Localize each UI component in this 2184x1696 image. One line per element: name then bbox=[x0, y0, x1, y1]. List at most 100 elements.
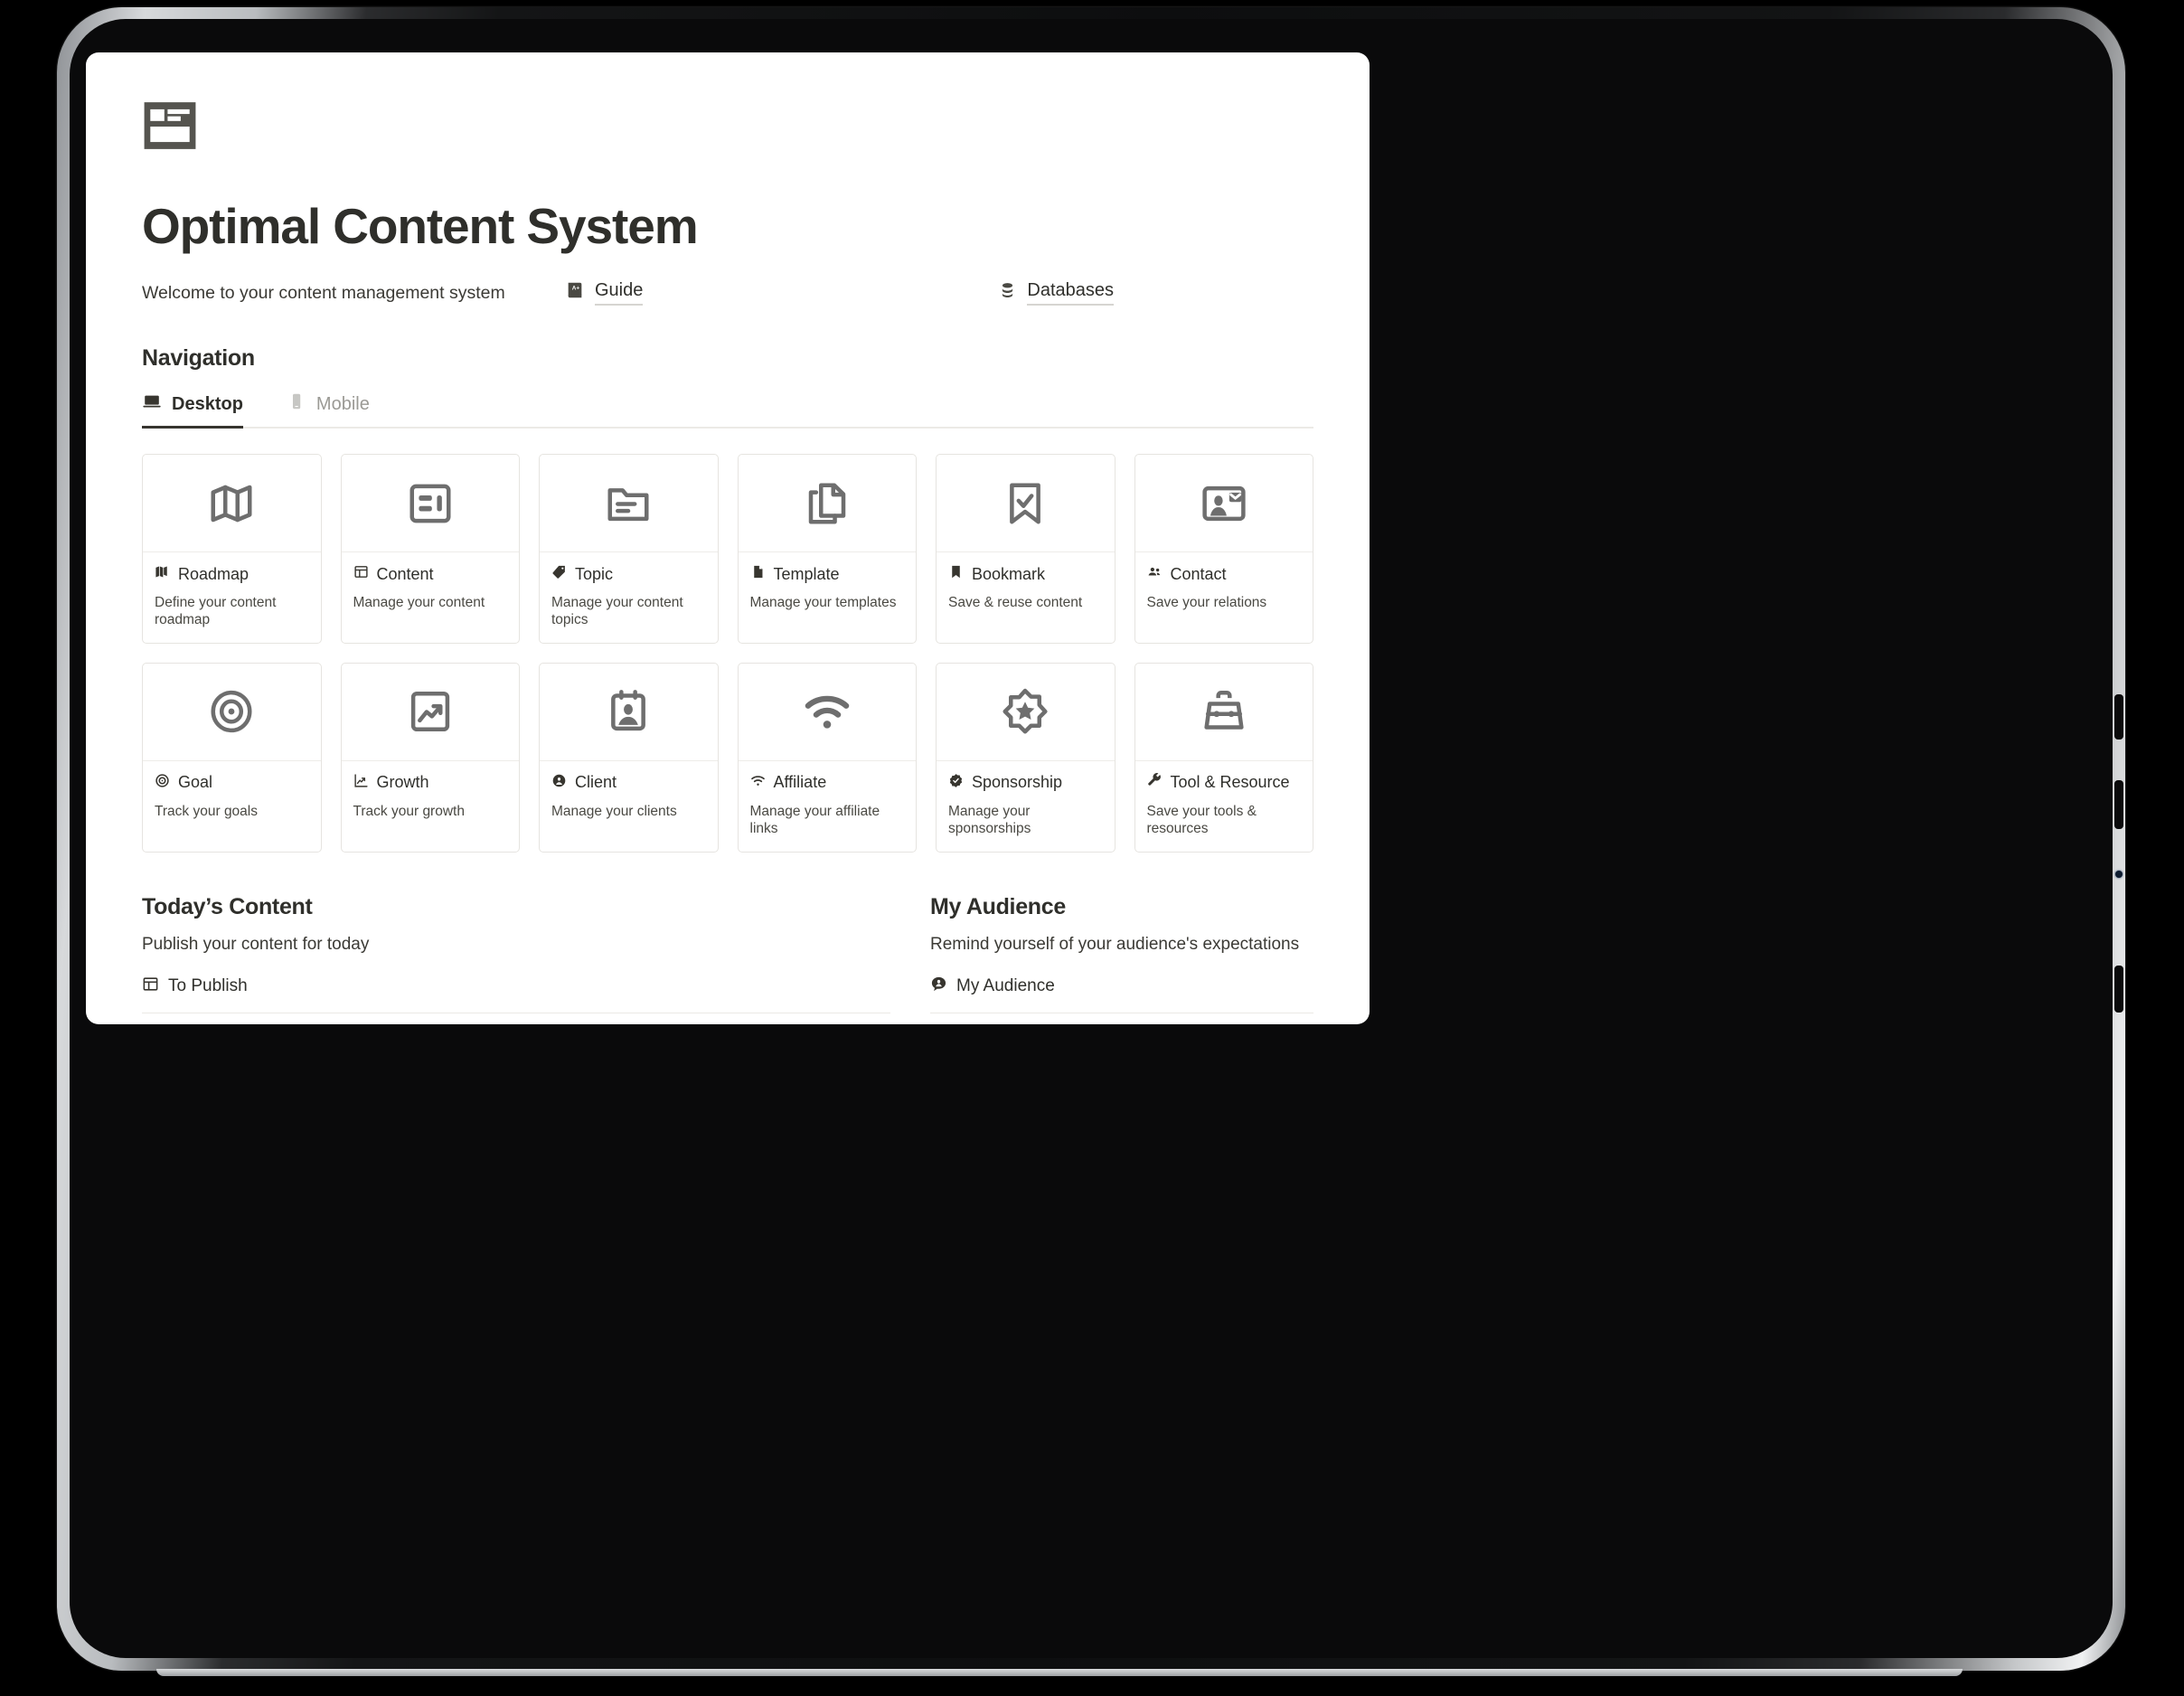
nav-card-content[interactable]: Content Manage your content bbox=[340, 454, 520, 644]
nav-card-desc: Save your tools & resources bbox=[1146, 803, 1257, 837]
nav-card-title-row: Topic bbox=[551, 564, 706, 584]
nav-card-body: Content Manage your content bbox=[342, 552, 520, 625]
device-camera-dot bbox=[2115, 871, 2123, 878]
nav-card-topic[interactable]: Topic Manage your content topics bbox=[539, 454, 719, 644]
content-system-logo-icon bbox=[142, 99, 198, 152]
nav-card-title: Template bbox=[773, 564, 840, 583]
device-button-bottom[interactable] bbox=[2114, 966, 2123, 1013]
bookmark-check-icon bbox=[937, 455, 1115, 552]
nav-card-title: Contact bbox=[1170, 564, 1227, 583]
book-guide-icon: A+ bbox=[565, 280, 585, 306]
nav-card-desc: Manage your sponsorships bbox=[948, 803, 1031, 837]
verified-badge-icon bbox=[948, 773, 964, 793]
nav-card-desc: Define your content roadmap bbox=[155, 595, 277, 628]
to-publish-db-label: To Publish bbox=[168, 976, 248, 995]
nav-card-body: Topic Manage your content topics bbox=[540, 552, 718, 643]
nav-card-desc: Manage your templates bbox=[749, 595, 897, 610]
layout-small-icon bbox=[142, 975, 159, 998]
navigation-tabs: Desktop Mobile bbox=[142, 391, 1313, 429]
nav-card-affiliate[interactable]: Affiliate Manage your affiliate links bbox=[737, 662, 917, 853]
my-audience-section: My Audience Remind yourself of your audi… bbox=[930, 894, 1313, 1025]
nav-card-bookmark[interactable]: Bookmark Save & reuse content bbox=[936, 454, 1116, 644]
notion-page: Optimal Content System Welcome to your c… bbox=[86, 52, 1370, 1024]
nav-card-body: Template Manage your templates bbox=[739, 552, 917, 625]
svg-text:A+: A+ bbox=[572, 286, 580, 292]
nav-card-desc: Save your relations bbox=[1146, 595, 1267, 610]
layout-small-icon bbox=[353, 564, 369, 584]
device-bottom-lip bbox=[156, 1669, 1963, 1676]
my-audience-db-label: My Audience bbox=[956, 976, 1055, 995]
speech-person-icon bbox=[930, 975, 947, 998]
target-icon bbox=[143, 664, 321, 761]
nav-card-sponsorship[interactable]: Sponsorship Manage your sponsorships bbox=[936, 662, 1116, 853]
todays-content-subtitle: Publish your content for today bbox=[142, 934, 370, 954]
nav-card-goal[interactable]: Goal Track your goals bbox=[142, 662, 322, 853]
device-button-top[interactable] bbox=[2114, 694, 2123, 740]
nav-card-body: Contact Save your relations bbox=[1135, 552, 1313, 625]
page-subtitle: Welcome to your content management syste… bbox=[142, 282, 505, 303]
nav-card-title-row: Roadmap bbox=[155, 564, 309, 584]
nav-card-title-row: Goal bbox=[155, 773, 309, 793]
nav-card-body: Roadmap Define your content roadmap bbox=[143, 552, 321, 643]
chart-up-small-icon bbox=[353, 773, 369, 793]
nav-card-client[interactable]: Client Manage your clients bbox=[539, 662, 719, 853]
folder-lines-icon bbox=[540, 455, 718, 552]
wifi-icon bbox=[738, 664, 916, 761]
nav-card-growth[interactable]: Growth Track your growth bbox=[340, 662, 520, 853]
badge-star-icon bbox=[937, 664, 1115, 761]
nav-card-body: Growth Track your growth bbox=[342, 761, 520, 834]
navigation-card-grid: Roadmap Define your content roadmap Cont… bbox=[142, 454, 1313, 853]
nav-card-body: Bookmark Save & reuse content bbox=[937, 552, 1115, 625]
user-circle-icon bbox=[551, 773, 567, 793]
tab-desktop[interactable]: Desktop bbox=[142, 391, 259, 429]
nav-card-desc: Track your growth bbox=[353, 803, 465, 819]
nav-card-contact[interactable]: Contact Save your relations bbox=[1134, 454, 1313, 644]
nav-card-title-row: Affiliate bbox=[750, 773, 905, 793]
tag-icon bbox=[551, 564, 567, 584]
nav-card-body: Client Manage your clients bbox=[540, 761, 718, 834]
todays-content-heading: Today’s Content bbox=[142, 893, 313, 919]
nav-card-title-row: Contact bbox=[1147, 564, 1302, 584]
guide-link[interactable]: A+ Guide bbox=[565, 280, 644, 306]
nav-card-title-row: Template bbox=[750, 564, 905, 584]
bottom-sections: Today’s Content Publish your content for… bbox=[142, 894, 1313, 1025]
nav-card-desc: Manage your content bbox=[353, 595, 485, 610]
nav-card-title: Affiliate bbox=[773, 773, 827, 792]
nav-card-roadmap[interactable]: Roadmap Define your content roadmap bbox=[142, 454, 322, 644]
nav-card-body: Affiliate Manage your affiliate links bbox=[739, 761, 917, 852]
map-icon bbox=[143, 455, 321, 552]
nav-card-title-row: Tool & Resource bbox=[1147, 772, 1302, 793]
todays-content-section: Today’s Content Publish your content for… bbox=[142, 894, 890, 1025]
page-subtitle-row: Welcome to your content management syste… bbox=[142, 280, 1313, 306]
page-title: Optimal Content System bbox=[142, 198, 699, 254]
nav-card-template[interactable]: Template Manage your templates bbox=[737, 454, 917, 644]
nav-card-desc: Manage your clients bbox=[551, 803, 677, 819]
my-audience-db-link[interactable]: My Audience bbox=[930, 975, 1313, 1013]
nav-card-title-row: Bookmark bbox=[948, 564, 1103, 584]
nav-card-body: Goal Track your goals bbox=[143, 761, 321, 834]
people-icon bbox=[1147, 564, 1163, 584]
tablet-screen: Optimal Content System Welcome to your c… bbox=[86, 52, 1370, 1024]
my-audience-subtitle: Remind yourself of your audience's expec… bbox=[930, 934, 1300, 954]
device-button-middle[interactable] bbox=[2114, 780, 2123, 829]
databases-link[interactable]: Databases bbox=[998, 280, 1114, 306]
tab-desktop-label: Desktop bbox=[172, 393, 243, 414]
phone-icon bbox=[287, 391, 306, 417]
nav-card-body: Tool & Resource Save your tools & resour… bbox=[1135, 761, 1313, 852]
target-small-icon bbox=[155, 773, 170, 793]
toolbox-icon bbox=[1134, 664, 1313, 761]
chart-up-icon bbox=[341, 664, 519, 761]
databases-link-label: Databases bbox=[1027, 280, 1114, 306]
layout-icon bbox=[341, 455, 519, 552]
navigation-heading: Navigation bbox=[142, 345, 255, 371]
nav-card-title-row: Client bbox=[551, 773, 706, 793]
nav-card-title: Topic bbox=[575, 564, 614, 583]
contact-card-icon bbox=[1134, 455, 1313, 552]
nav-card-title: Client bbox=[575, 773, 617, 792]
nav-card-tool-resource[interactable]: Tool & Resource Save your tools & resour… bbox=[1134, 662, 1313, 853]
nav-card-desc: Manage your content topics bbox=[551, 595, 683, 628]
nav-card-title-row: Sponsorship bbox=[948, 773, 1103, 793]
to-publish-db-link[interactable]: To Publish bbox=[142, 975, 890, 1013]
tab-mobile[interactable]: Mobile bbox=[287, 391, 386, 427]
nav-card-title: Goal bbox=[178, 773, 213, 792]
